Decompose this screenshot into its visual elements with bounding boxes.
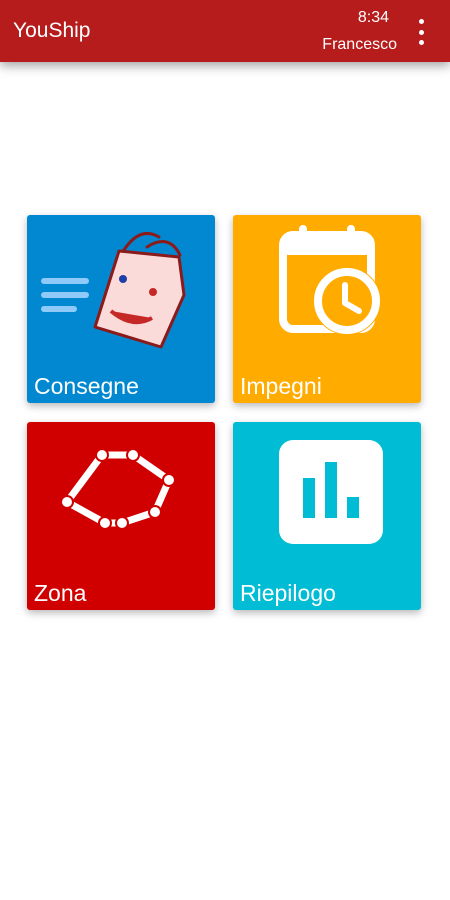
app-title: YouShip <box>13 19 91 42</box>
riepilogo-label: Riepilogo <box>240 580 336 606</box>
consegne-label: Consegne <box>34 373 139 399</box>
app-bar: YouShip 8:34 Francesco <box>0 0 450 62</box>
zona-tile[interactable]: Zona <box>27 422 215 610</box>
consegne-tile[interactable]: Consegne <box>27 215 215 403</box>
clock: 8:34 <box>357 9 389 26</box>
dashboard-grid: Consegne Impegni Zona Riepilogo <box>27 215 421 610</box>
more-vert-icon[interactable] <box>412 19 430 45</box>
impegni-tile[interactable]: Impegni <box>233 215 421 403</box>
impegni-label: Impegni <box>240 373 322 399</box>
zona-label: Zona <box>34 580 87 606</box>
user-name: Francesco <box>322 36 397 53</box>
riepilogo-tile[interactable]: Riepilogo <box>233 422 421 610</box>
